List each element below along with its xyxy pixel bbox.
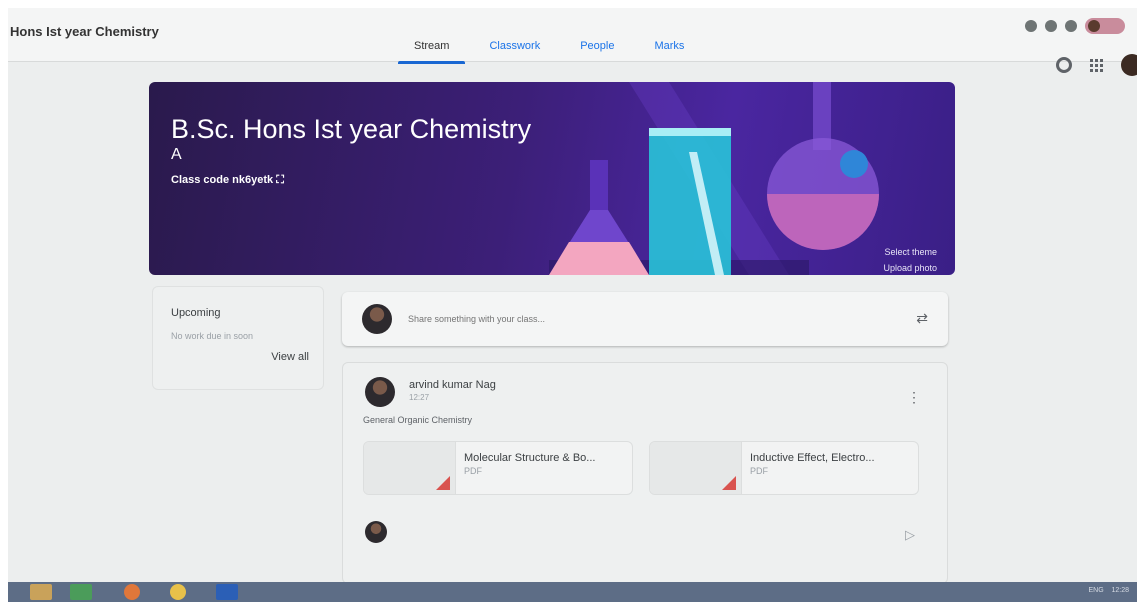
- system-tray: ENG 12:28: [1089, 587, 1129, 594]
- share-box[interactable]: ⇄: [342, 292, 948, 346]
- tab-people[interactable]: People: [560, 8, 634, 62]
- top-bar: Hons Ist year Chemistry Stream Classwork…: [8, 8, 1137, 76]
- classroom-screen: Hons Ist year Chemistry Stream Classwork…: [8, 8, 1137, 602]
- tab-classwork[interactable]: Classwork: [469, 8, 560, 62]
- file-explorer-icon[interactable]: [30, 584, 52, 600]
- pdf-icon: [436, 476, 450, 490]
- language-indicator[interactable]: ENG: [1089, 587, 1104, 594]
- browser-extension-icons: [1025, 18, 1125, 34]
- class-code-label: Class code: [171, 174, 230, 186]
- account-avatar[interactable]: [1121, 54, 1137, 76]
- user-avatar: [362, 304, 392, 334]
- round-flask-icon: [767, 82, 879, 250]
- chrome-icon[interactable]: [170, 584, 186, 600]
- gear-icon[interactable]: [1056, 57, 1072, 73]
- tab-bar: Stream Classwork People Marks: [394, 8, 704, 64]
- tab-stream[interactable]: Stream: [394, 8, 469, 64]
- upcoming-card: Upcoming No work due in soon View all: [152, 286, 324, 390]
- attachment-card[interactable]: Molecular Structure & Bo... PDF: [363, 441, 633, 495]
- store-icon[interactable]: [70, 584, 92, 600]
- class-code[interactable]: Class code nk6yetk ⛶: [171, 174, 284, 187]
- class-banner: B.Sc. Hons Ist year Chemistry A Class co…: [149, 82, 955, 275]
- word-icon[interactable]: [216, 584, 238, 600]
- extension-icon[interactable]: [1045, 20, 1057, 32]
- header-actions: [1056, 54, 1137, 76]
- more-vert-icon[interactable]: ⋮: [907, 389, 921, 406]
- author-avatar: [365, 377, 395, 407]
- attachment-type: PDF: [464, 466, 482, 476]
- attachment-card[interactable]: Inductive Effect, Electro... PDF: [649, 441, 919, 495]
- attachment-type: PDF: [750, 466, 768, 476]
- attachment-title: Inductive Effect, Electro...: [750, 452, 875, 464]
- apps-grid-icon[interactable]: [1090, 58, 1103, 72]
- flask-icon: [549, 160, 649, 275]
- send-icon[interactable]: ▷: [905, 527, 915, 543]
- banner-section: A: [171, 146, 182, 163]
- fullscreen-icon[interactable]: ⛶: [276, 174, 284, 186]
- clock[interactable]: 12:28: [1111, 587, 1129, 594]
- firefox-icon[interactable]: [124, 584, 140, 600]
- attachment-title: Molecular Structure & Bo...: [464, 452, 596, 464]
- class-title[interactable]: Hons Ist year Chemistry: [10, 24, 159, 39]
- upcoming-empty-text: No work due in soon: [171, 331, 254, 341]
- tab-marks[interactable]: Marks: [634, 8, 704, 62]
- post-time: 12:27: [409, 393, 430, 402]
- commenter-avatar: [365, 521, 387, 543]
- profile-pill-icon[interactable]: [1085, 18, 1125, 34]
- class-code-value: nk6yetk: [232, 174, 274, 186]
- windows-taskbar: ENG 12:28: [8, 582, 1137, 602]
- view-all-link[interactable]: View all: [271, 351, 309, 363]
- post-text: General Organic Chemistry: [363, 415, 473, 425]
- upcoming-title: Upcoming: [171, 307, 221, 319]
- banner-title: B.Sc. Hons Ist year Chemistry: [171, 114, 532, 144]
- beaker-icon: [649, 128, 731, 275]
- extension-icon[interactable]: [1065, 20, 1077, 32]
- pdf-icon: [722, 476, 736, 490]
- star-icon[interactable]: [1025, 20, 1037, 32]
- banner-actions: Select theme Upload photo: [883, 244, 937, 275]
- share-input[interactable]: [408, 314, 808, 324]
- repost-icon[interactable]: ⇄: [916, 310, 928, 327]
- upload-photo-button[interactable]: Upload photo: [883, 260, 937, 275]
- post-author: arvind kumar Nag: [409, 379, 496, 391]
- select-theme-button[interactable]: Select theme: [883, 244, 937, 260]
- stream-post: arvind kumar Nag 12:27 ⋮ General Organic…: [342, 362, 948, 584]
